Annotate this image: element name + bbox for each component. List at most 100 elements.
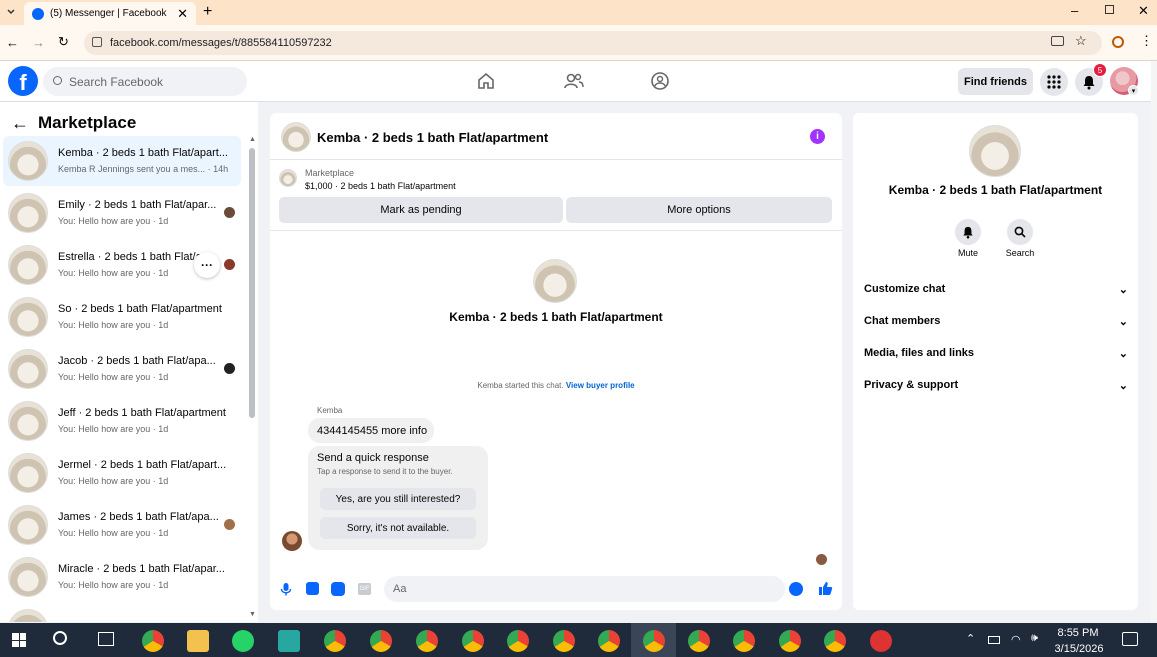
chat-thumbnail[interactable] bbox=[281, 122, 311, 152]
scroll-up-icon[interactable]: ▲ bbox=[249, 136, 256, 143]
home-icon[interactable] bbox=[477, 72, 495, 90]
message-bubble[interactable]: 4344145455 more info bbox=[308, 418, 434, 443]
conversation-title: Kemba · 2 beds 1 bath Flat/apart... bbox=[58, 147, 228, 159]
more-options-button[interactable]: More options bbox=[566, 197, 832, 223]
search-facebook-input[interactable]: Search Facebook bbox=[43, 67, 247, 96]
back-arrow-icon[interactable]: ← bbox=[11, 113, 29, 134]
conversation-item[interactable]: Miracle · 2 beds 1 bath Flat/apar... You… bbox=[3, 552, 241, 602]
conversation-item[interactable]: Jeff · 2 beds 1 bath Flat/apartment You:… bbox=[3, 396, 241, 446]
reload-icon[interactable]: ↻ bbox=[58, 34, 69, 50]
chrome-profile-icon[interactable] bbox=[824, 630, 846, 652]
sticker-icon[interactable] bbox=[331, 582, 345, 596]
find-friends-button[interactable]: Find friends bbox=[958, 68, 1033, 95]
tab-close-icon[interactable]: ✕ bbox=[177, 6, 188, 22]
section-label: Privacy & support bbox=[864, 379, 959, 391]
search-icon[interactable] bbox=[1007, 219, 1033, 245]
view-buyer-profile-link[interactable]: View buyer profile bbox=[566, 381, 635, 390]
microphone-icon[interactable] bbox=[280, 582, 292, 596]
browser-tab[interactable]: (5) Messenger | Facebook ✕ bbox=[24, 2, 196, 25]
address-bar[interactable]: facebook.com/messages/t/885584110597232 bbox=[84, 31, 1102, 55]
chrome-profile-icon[interactable] bbox=[779, 630, 801, 652]
chrome-profile-icon[interactable] bbox=[370, 630, 392, 652]
chrome-profile-icon[interactable] bbox=[688, 630, 710, 652]
maximize-icon[interactable] bbox=[1105, 5, 1114, 14]
message-input[interactable]: Aa bbox=[384, 576, 803, 602]
chrome-profile-icon[interactable] bbox=[598, 630, 620, 652]
chrome-profile-icon-active[interactable] bbox=[643, 630, 665, 652]
scrollbar-thumb[interactable] bbox=[249, 148, 255, 418]
quick-response-button-1[interactable]: Yes, are you still interested? bbox=[320, 488, 476, 510]
conversation-item[interactable]: So · 2 beds 1 bath Flat/apartment You: H… bbox=[3, 292, 241, 342]
listing-line[interactable]: $1,000 · 2 beds 1 bath Flat/apartment bbox=[305, 181, 456, 191]
search-placeholder: Search Facebook bbox=[69, 74, 164, 89]
conversation-item[interactable]: Kemba · 2 beds 1 bath Flat/apart... Kemb… bbox=[3, 136, 241, 186]
sender-avatar[interactable] bbox=[282, 531, 302, 551]
volume-icon[interactable]: 🕪 bbox=[1031, 632, 1038, 645]
listing-photo[interactable] bbox=[969, 125, 1021, 177]
page-scrollbar[interactable] bbox=[1151, 61, 1157, 623]
clock-date[interactable]: 3/15/2026 bbox=[1050, 643, 1108, 655]
chrome-profile-icon[interactable] bbox=[324, 630, 346, 652]
started-text: Kemba started this chat. bbox=[477, 381, 564, 390]
chat-members-section[interactable]: Chat members ⌄ bbox=[864, 311, 1128, 331]
windows-start-icon[interactable] bbox=[12, 633, 26, 647]
conversation-list-panel: ← Marketplace Kemba · 2 beds 1 bath Flat… bbox=[0, 102, 258, 622]
clock-time[interactable]: 8:55 PM bbox=[1052, 627, 1104, 639]
info-icon[interactable]: i bbox=[810, 129, 825, 144]
install-app-icon[interactable] bbox=[1051, 36, 1064, 46]
scroll-down-icon[interactable]: ▼ bbox=[249, 611, 256, 618]
chrome-icon[interactable] bbox=[142, 630, 164, 652]
tray-chevron-icon[interactable]: ⌃ bbox=[966, 632, 975, 645]
profile-icon[interactable] bbox=[1112, 36, 1124, 48]
facebook-logo-icon[interactable]: f bbox=[8, 66, 38, 96]
emoji-icon[interactable] bbox=[789, 582, 803, 596]
conversation-item[interactable]: Emily · 2 beds 1 bath Flat/apar... You: … bbox=[3, 188, 241, 238]
forward-icon[interactable]: → bbox=[32, 35, 45, 50]
voice-app-icon[interactable] bbox=[278, 630, 300, 652]
chrome-profile-icon[interactable] bbox=[507, 630, 529, 652]
conversation-item[interactable]: Jacob · 2 beds 1 bath Flat/apa... You: H… bbox=[3, 344, 241, 394]
mute-bell-icon[interactable] bbox=[955, 219, 981, 245]
chrome-profile-icon[interactable] bbox=[416, 630, 438, 652]
photo-icon[interactable] bbox=[306, 582, 319, 595]
friends-icon[interactable] bbox=[564, 72, 584, 90]
file-explorer-icon[interactable] bbox=[187, 630, 209, 652]
new-tab-icon[interactable]: + bbox=[203, 3, 212, 21]
more-options-icon[interactable]: ··· bbox=[194, 252, 220, 278]
conversation-item[interactable] bbox=[3, 604, 241, 622]
chrome-profile-icon[interactable] bbox=[733, 630, 755, 652]
menu-grid-icon[interactable] bbox=[1040, 68, 1068, 96]
back-icon[interactable]: ← bbox=[6, 35, 19, 50]
chat-title[interactable]: Kemba · 2 beds 1 bath Flat/apartment bbox=[317, 130, 548, 145]
menu-kebab-icon[interactable]: ⋮ bbox=[1140, 33, 1153, 49]
battery-icon[interactable] bbox=[988, 636, 1000, 644]
chrome-profile-icon[interactable] bbox=[553, 630, 575, 652]
site-info-icon[interactable] bbox=[92, 37, 102, 47]
tab-list-icon[interactable] bbox=[6, 7, 16, 17]
paint-app-icon[interactable] bbox=[870, 630, 892, 652]
task-view-icon[interactable] bbox=[98, 632, 114, 646]
chrome-profile-icon[interactable] bbox=[462, 630, 484, 652]
conversation-item[interactable]: Jermel · 2 beds 1 bath Flat/apart... You… bbox=[3, 448, 241, 498]
thumbs-up-icon[interactable] bbox=[818, 581, 833, 596]
mark-as-pending-button[interactable]: Mark as pending bbox=[279, 197, 563, 223]
privacy-support-section[interactable]: Privacy & support ⌄ bbox=[864, 375, 1128, 395]
bookmark-star-icon[interactable]: ☆ bbox=[1075, 33, 1087, 49]
conversation-item[interactable]: Estrella · 2 beds 1 bath Flat/a You: Hel… bbox=[3, 240, 241, 290]
quick-response-button-2[interactable]: Sorry, it's not available. bbox=[320, 517, 476, 539]
tab-title: (5) Messenger | Facebook bbox=[50, 8, 167, 19]
groups-icon[interactable] bbox=[651, 72, 669, 90]
conversation-item[interactable]: James · 2 beds 1 bath Flat/apa... You: H… bbox=[3, 500, 241, 550]
search-icon[interactable] bbox=[53, 631, 67, 645]
window-close-icon[interactable]: ✕ bbox=[1138, 3, 1149, 19]
media-files-links-section[interactable]: Media, files and links ⌄ bbox=[864, 343, 1128, 363]
wifi-icon[interactable]: ◠ bbox=[1011, 633, 1021, 646]
whatsapp-icon[interactable] bbox=[232, 630, 254, 652]
account-chevron-icon[interactable]: ▾ bbox=[1128, 85, 1139, 96]
customize-chat-section[interactable]: Customize chat ⌄ bbox=[864, 279, 1128, 299]
notification-center-icon[interactable] bbox=[1122, 632, 1138, 646]
minimize-icon[interactable]: – bbox=[1071, 3, 1078, 18]
chat-details-panel: Kemba · 2 beds 1 bath Flat/apartment Mut… bbox=[853, 113, 1138, 610]
gif-icon[interactable]: GIF bbox=[358, 583, 371, 595]
search-icon bbox=[53, 76, 62, 85]
